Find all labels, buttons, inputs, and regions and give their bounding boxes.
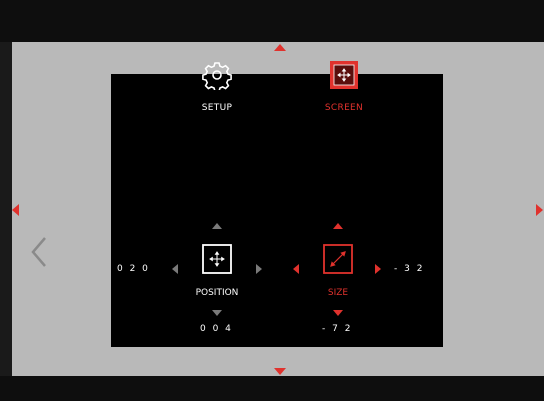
position-right-arrow-icon[interactable] bbox=[256, 264, 262, 274]
bottom-letterbox-band bbox=[0, 376, 544, 401]
size-up-arrow-icon[interactable] bbox=[333, 223, 343, 229]
size-horizontal-value: - 3 2 bbox=[394, 264, 425, 274]
position-vertical-value: 0 0 4 bbox=[200, 324, 233, 334]
size-right-arrow-icon[interactable] bbox=[375, 264, 381, 274]
size-down-arrow-icon[interactable] bbox=[333, 310, 343, 316]
position-horizontal-value: 0 2 0 bbox=[117, 264, 150, 274]
size-left-arrow-icon[interactable] bbox=[293, 264, 299, 274]
size-vertical-value: - 7 2 bbox=[322, 324, 353, 334]
move-cross-icon[interactable] bbox=[202, 244, 232, 274]
gear-icon bbox=[202, 62, 232, 90]
position-label: POSITION bbox=[195, 288, 239, 298]
resize-diagonal-icon[interactable] bbox=[323, 244, 353, 274]
right-edge-marker-icon bbox=[536, 204, 543, 216]
tab-setup[interactable]: SETUP bbox=[177, 60, 257, 113]
position-up-arrow-icon[interactable] bbox=[212, 223, 222, 229]
screen-move-icon bbox=[330, 61, 358, 89]
tab-screen[interactable]: SCREEN bbox=[304, 60, 384, 113]
top-letterbox-band bbox=[0, 0, 544, 42]
position-down-arrow-icon[interactable] bbox=[212, 310, 222, 316]
chevron-left-icon[interactable] bbox=[30, 236, 48, 268]
bottom-edge-marker-icon bbox=[274, 368, 286, 375]
tab-screen-label: SCREEN bbox=[324, 103, 364, 113]
top-edge-marker-icon bbox=[274, 44, 286, 51]
osd-panel bbox=[111, 74, 443, 347]
left-edge-marker-icon bbox=[12, 204, 19, 216]
size-label: SIZE bbox=[327, 288, 349, 298]
position-left-arrow-icon[interactable] bbox=[172, 264, 178, 274]
tab-setup-label: SETUP bbox=[201, 103, 233, 113]
